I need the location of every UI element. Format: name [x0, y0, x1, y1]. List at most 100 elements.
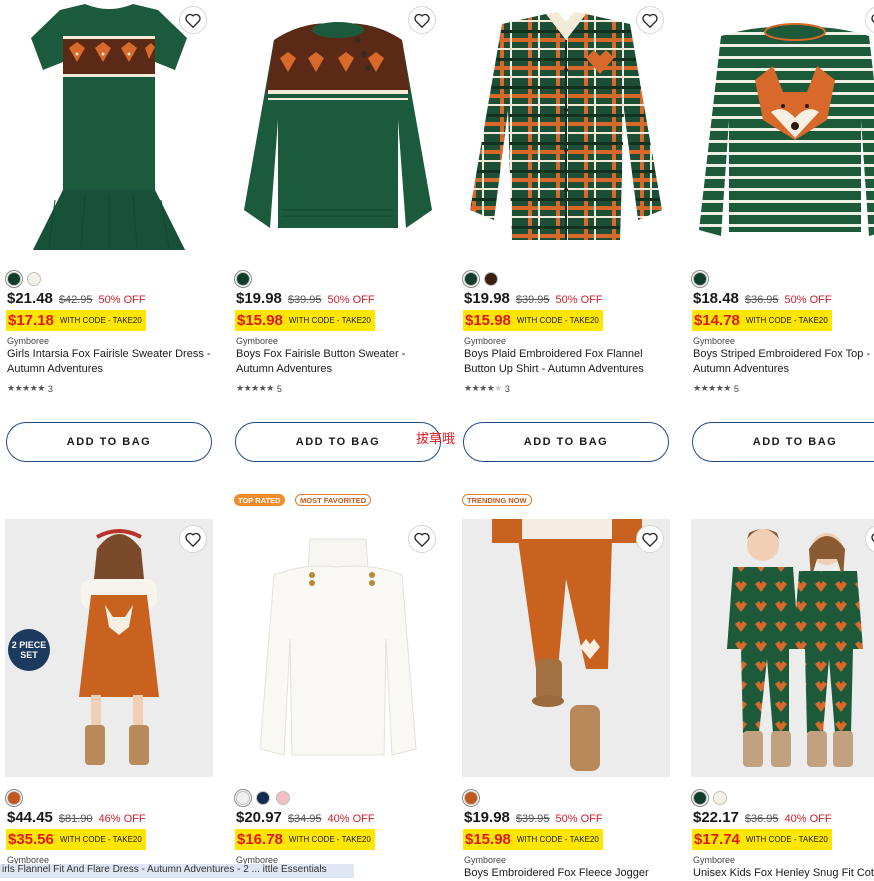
- promo-code: WITH CODE - TAKE20: [59, 316, 142, 325]
- product-image[interactable]: [5, 0, 213, 258]
- color-swatch[interactable]: [464, 791, 478, 805]
- original-price: $39.95: [287, 294, 322, 306]
- price-row: $19.98 $39.95 50% OFF: [464, 290, 603, 307]
- product-name[interactable]: Boys Plaid Embroidered Fox Flannel Butto…: [464, 347, 670, 377]
- set-badge: 2 PIECE SET: [8, 629, 50, 671]
- review-count: 3: [504, 383, 510, 394]
- original-price: $42.95: [58, 294, 93, 306]
- product-name[interactable]: Girls Intarsia Fox Fairisle Sweater Dres…: [7, 347, 213, 377]
- promo-price-banner: $15.98 WITH CODE - TAKE20: [463, 829, 603, 850]
- color-swatch[interactable]: [236, 791, 250, 805]
- discount-label: 40% OFF: [327, 813, 375, 825]
- original-price: $81.90: [58, 813, 93, 825]
- wishlist-heart-icon[interactable]: [636, 525, 664, 553]
- color-swatches: [236, 791, 290, 805]
- brand-name: Gymboree: [236, 336, 279, 346]
- promo-code: WITH CODE - TAKE20: [288, 835, 371, 844]
- promo-code: WITH CODE - TAKE20: [59, 835, 142, 844]
- add-to-bag-button[interactable]: ADD TO BAG: [235, 422, 441, 462]
- promo-price: $16.78: [237, 831, 283, 848]
- sale-price: $21.48: [7, 290, 53, 307]
- product-name-tooltip: irls Flannel Fit And Flare Dress - Autum…: [0, 864, 354, 878]
- color-swatch[interactable]: [236, 272, 250, 286]
- product-image[interactable]: [462, 0, 670, 258]
- brand-name: Gymboree: [464, 336, 507, 346]
- sale-price: $19.98: [236, 290, 282, 307]
- brand-name: Gymboree: [693, 336, 736, 346]
- wishlist-heart-icon[interactable]: [179, 525, 207, 553]
- add-to-bag-button[interactable]: ADD TO BAG: [463, 422, 669, 462]
- promo-price-banner: $16.78 WITH CODE - TAKE20: [235, 829, 375, 850]
- promo-price-banner: $15.98 WITH CODE - TAKE20: [235, 310, 375, 331]
- rating[interactable]: ★★★★★ 5: [236, 383, 282, 394]
- rating[interactable]: ★★★★★ 3: [464, 383, 510, 394]
- promo-price: $17.74: [694, 831, 740, 848]
- add-to-bag-button[interactable]: ADD TO BAG: [692, 422, 874, 462]
- product-image[interactable]: 2 PIECE SET: [5, 519, 213, 777]
- discount-label: 50% OFF: [555, 294, 603, 306]
- promo-price: $15.98: [465, 312, 511, 329]
- price-row: $19.98 $39.95 50% OFF: [464, 809, 603, 826]
- promo-price-banner: $17.74 WITH CODE - TAKE20: [692, 829, 832, 850]
- badge-most-favorited: MOST FAVORITED: [295, 494, 372, 506]
- product-image[interactable]: [691, 0, 874, 258]
- product-image[interactable]: [234, 0, 442, 258]
- product-image[interactable]: [234, 519, 442, 777]
- rating-stars-icon: ★★★★★: [236, 383, 274, 393]
- color-swatch[interactable]: [464, 272, 478, 286]
- promo-price: $35.56: [8, 831, 54, 848]
- add-to-bag-button[interactable]: ADD TO BAG: [6, 422, 212, 462]
- color-swatches: [7, 791, 21, 805]
- review-count: 3: [47, 383, 53, 394]
- promo-code: WITH CODE - TAKE20: [516, 835, 599, 844]
- product-name[interactable]: Boys Striped Embroidered Fox Top - Autum…: [693, 347, 874, 377]
- color-swatch[interactable]: [713, 791, 727, 805]
- wishlist-heart-icon[interactable]: [408, 6, 436, 34]
- promo-price: $17.18: [8, 312, 54, 329]
- rating[interactable]: ★★★★★ 5: [693, 383, 739, 394]
- color-swatch[interactable]: [7, 272, 21, 286]
- price-row: $18.48 $36.95 50% OFF: [693, 290, 832, 307]
- wishlist-heart-icon[interactable]: [408, 525, 436, 553]
- sale-price: $44.45: [7, 809, 53, 826]
- promo-code: WITH CODE - TAKE20: [516, 316, 599, 325]
- color-swatch[interactable]: [27, 272, 41, 286]
- color-swatches: [236, 272, 250, 286]
- wishlist-heart-icon[interactable]: [636, 6, 664, 34]
- rating[interactable]: ★★★★★ 3: [7, 383, 53, 394]
- color-swatches: [7, 272, 41, 286]
- product-name[interactable]: Boys Fox Fairisle Button Sweater - Autum…: [236, 347, 442, 377]
- sale-price: $20.97: [236, 809, 282, 826]
- review-count: 5: [276, 383, 282, 394]
- color-swatch[interactable]: [276, 791, 290, 805]
- badge-top-rated: TOP RATED: [234, 494, 285, 506]
- promo-price-banner: $17.18 WITH CODE - TAKE20: [6, 310, 146, 331]
- color-swatch[interactable]: [693, 791, 707, 805]
- color-swatches: [464, 272, 498, 286]
- color-swatch[interactable]: [484, 272, 498, 286]
- color-swatch[interactable]: [693, 272, 707, 286]
- product-image[interactable]: [462, 519, 670, 777]
- sale-price: $19.98: [464, 809, 510, 826]
- wishlist-heart-icon[interactable]: [179, 6, 207, 34]
- color-swatch[interactable]: [7, 791, 21, 805]
- discount-label: 50% OFF: [555, 813, 603, 825]
- brand-name: Gymboree: [464, 855, 507, 865]
- color-swatches: [693, 791, 727, 805]
- product-image[interactable]: [691, 519, 874, 777]
- price-row: $20.97 $34.95 40% OFF: [236, 809, 375, 826]
- discount-label: 40% OFF: [784, 813, 832, 825]
- review-count: 5: [733, 383, 739, 394]
- color-swatch[interactable]: [256, 791, 270, 805]
- rating-stars-icon: ★★★★★: [693, 383, 731, 393]
- rating-stars-icon: ★★★★★: [464, 383, 502, 393]
- discount-label: 50% OFF: [98, 294, 146, 306]
- original-price: $34.95: [287, 813, 322, 825]
- promo-price: $15.98: [237, 312, 283, 329]
- promo-price: $15.98: [465, 831, 511, 848]
- promo-code: WITH CODE - TAKE20: [745, 316, 828, 325]
- discount-label: 50% OFF: [784, 294, 832, 306]
- sale-price: $22.17: [693, 809, 739, 826]
- brand-name: Gymboree: [693, 855, 736, 865]
- color-swatches: [693, 272, 707, 286]
